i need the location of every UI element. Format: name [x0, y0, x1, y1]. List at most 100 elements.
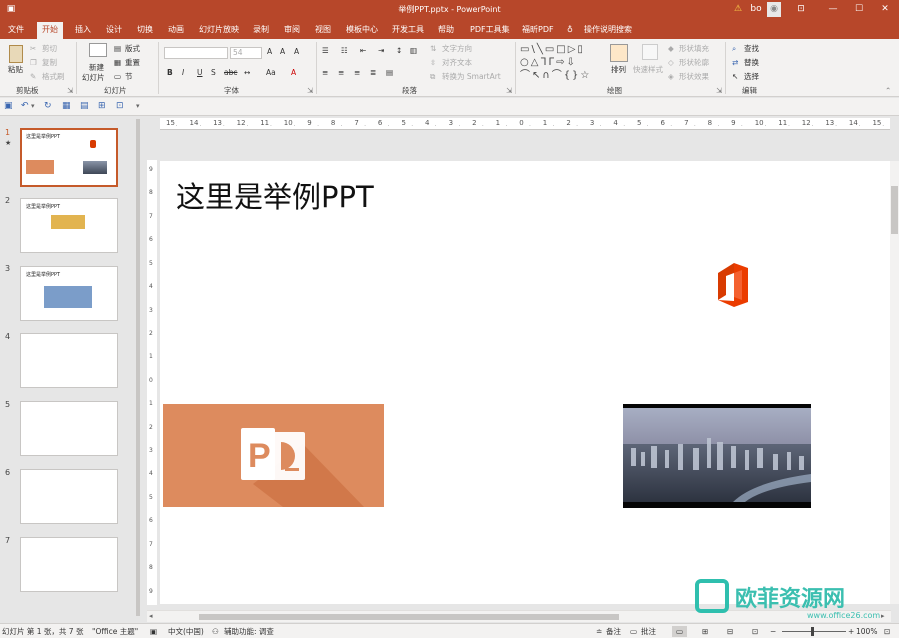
- shape-effects-button[interactable]: 形状效果: [679, 72, 709, 82]
- thumbnail-scrollbar[interactable]: [134, 117, 142, 623]
- cut-icon[interactable]: ✂: [30, 44, 36, 54]
- smartart-icon[interactable]: ⧉: [430, 72, 435, 82]
- menu-design[interactable]: 设计: [106, 23, 122, 36]
- find-icon[interactable]: ⌕: [732, 44, 736, 54]
- scroll-left-icon[interactable]: ◂: [149, 612, 153, 620]
- bold-button[interactable]: B: [167, 68, 173, 78]
- italic-button[interactable]: I: [182, 68, 184, 78]
- menu-view[interactable]: 视图: [315, 23, 331, 36]
- arrange-icon[interactable]: [610, 44, 628, 62]
- menu-insert[interactable]: 插入: [75, 23, 91, 36]
- shadow-button[interactable]: S: [211, 68, 216, 78]
- slide-title[interactable]: 这里是举例PPT: [176, 174, 374, 216]
- new-slide-button-line2[interactable]: 幻灯片: [82, 73, 105, 83]
- scroll-right-icon[interactable]: ▸: [881, 612, 885, 620]
- section-button[interactable]: 节: [125, 72, 133, 82]
- language[interactable]: 中文(中国): [168, 626, 204, 637]
- normal-view-icon[interactable]: ▭: [672, 626, 688, 637]
- align-right-icon[interactable]: ≡: [354, 68, 360, 78]
- bullets-icon[interactable]: ☰: [322, 46, 329, 56]
- copy-button[interactable]: 复制: [42, 58, 57, 68]
- slide-canvas[interactable]: 这里是举例PPT P: [160, 161, 897, 604]
- redo-icon[interactable]: ↻: [44, 100, 52, 113]
- menu-review[interactable]: 审阅: [284, 23, 300, 36]
- arrange-button[interactable]: 排列: [611, 65, 626, 75]
- layout-icon[interactable]: ▤: [114, 44, 121, 54]
- reading-view-icon[interactable]: ⊟: [727, 626, 733, 637]
- dialog-launcher-icon[interactable]: ⇲: [67, 86, 73, 96]
- strikethrough-button[interactable]: abc: [224, 68, 237, 78]
- close-icon[interactable]: ✕: [878, 2, 892, 17]
- convert-smartart-button[interactable]: 转换为 SmartArt: [442, 72, 501, 82]
- quick-styles-icon[interactable]: [642, 44, 658, 60]
- grow-font-button[interactable]: A: [267, 47, 272, 57]
- editor-scrollbar[interactable]: [890, 161, 899, 604]
- powerpoint-banner[interactable]: P: [163, 404, 384, 507]
- select-button[interactable]: 选择: [744, 72, 759, 82]
- menu-slideshow[interactable]: 幻灯片放映: [199, 23, 239, 36]
- zoom-out-icon[interactable]: −: [770, 626, 776, 637]
- maximize-icon[interactable]: ☐: [852, 2, 866, 17]
- dialog-launcher-icon[interactable]: ⇲: [716, 86, 722, 96]
- zoom-slider[interactable]: [782, 631, 846, 632]
- text-direction-button[interactable]: 文字方向: [442, 44, 472, 54]
- font-size-combo[interactable]: 54: [230, 47, 262, 59]
- slide-thumbnail-7[interactable]: [20, 537, 118, 592]
- customize-qat-icon[interactable]: ▾: [136, 100, 140, 113]
- format-painter-button[interactable]: 格式刷: [42, 72, 65, 82]
- avatar[interactable]: ◉: [767, 2, 781, 17]
- menu-pdf-tools[interactable]: PDF工具集: [470, 23, 510, 36]
- quick-styles-button[interactable]: 快速样式: [633, 65, 663, 75]
- menu-template-center[interactable]: 模板中心: [346, 23, 378, 36]
- layout-button[interactable]: 版式: [125, 44, 140, 54]
- menu-home[interactable]: 开始: [37, 22, 63, 39]
- proofing-icon[interactable]: ▣: [150, 626, 157, 637]
- zoom-slider-handle[interactable]: [811, 627, 814, 636]
- align-center-icon[interactable]: ≡: [338, 68, 344, 78]
- city-skyline-photo[interactable]: [623, 404, 811, 508]
- decrease-indent-icon[interactable]: ⇤: [360, 46, 366, 56]
- columns-icon[interactable]: ▥: [410, 46, 417, 56]
- fit-to-window-icon[interactable]: ⊡: [884, 626, 890, 637]
- new-slide-button[interactable]: 新建: [89, 63, 104, 73]
- replace-icon[interactable]: ⇄: [732, 58, 738, 68]
- menu-animations[interactable]: 动画: [168, 23, 184, 36]
- comments-icon[interactable]: ▭: [630, 626, 637, 637]
- zoom-level[interactable]: 100%: [856, 626, 877, 637]
- ribbon-display-icon[interactable]: ⊡: [794, 2, 808, 17]
- scrollbar-thumb[interactable]: [891, 186, 898, 234]
- slide-thumbnail-1[interactable]: 这里是举例PPT: [20, 128, 118, 187]
- menu-file[interactable]: 文件: [8, 23, 24, 36]
- notes-icon[interactable]: ≐: [596, 626, 602, 637]
- tell-me-search[interactable]: 操作说明搜索: [584, 23, 632, 36]
- lightbulb-icon[interactable]: ♁: [567, 23, 573, 36]
- justify-icon[interactable]: ≣: [370, 68, 376, 78]
- shape-fill-button[interactable]: 形状填充: [679, 44, 709, 54]
- dialog-launcher-icon[interactable]: ⇲: [506, 86, 512, 96]
- change-case-button[interactable]: Aa: [266, 68, 276, 78]
- character-spacing-icon[interactable]: ↔: [244, 68, 250, 78]
- find-button[interactable]: 查找: [744, 44, 759, 54]
- user-name[interactable]: bo: [749, 2, 763, 17]
- menu-help[interactable]: 帮助: [438, 23, 454, 36]
- notes-button[interactable]: 备注: [606, 626, 621, 637]
- underline-button[interactable]: U: [197, 68, 203, 78]
- section-icon[interactable]: ▭: [114, 72, 121, 82]
- numbering-icon[interactable]: ☷: [341, 46, 348, 56]
- select-icon[interactable]: ↖: [732, 72, 738, 82]
- undo-dropdown-icon[interactable]: ▾: [31, 100, 35, 113]
- start-slideshow-icon[interactable]: ▦: [62, 100, 71, 113]
- menu-transitions[interactable]: 切换: [137, 23, 153, 36]
- text-direction-icon[interactable]: ⇅: [430, 44, 436, 54]
- slideshow-view-icon[interactable]: ⊡: [752, 626, 758, 637]
- shape-effects-icon[interactable]: ◈: [668, 72, 674, 82]
- slide-thumbnail-4[interactable]: [20, 333, 118, 388]
- slide-thumbnail-6[interactable]: [20, 469, 118, 524]
- slide-thumbnail-2[interactable]: 这里是举例PPT: [20, 198, 118, 253]
- minimize-icon[interactable]: —: [826, 2, 840, 17]
- cut-button[interactable]: 剪切: [42, 44, 57, 54]
- comments-button[interactable]: 批注: [641, 626, 656, 637]
- shrink-font-button[interactable]: A: [280, 47, 285, 57]
- font-color-button[interactable]: A: [291, 68, 296, 78]
- menu-developer[interactable]: 开发工具: [392, 23, 424, 36]
